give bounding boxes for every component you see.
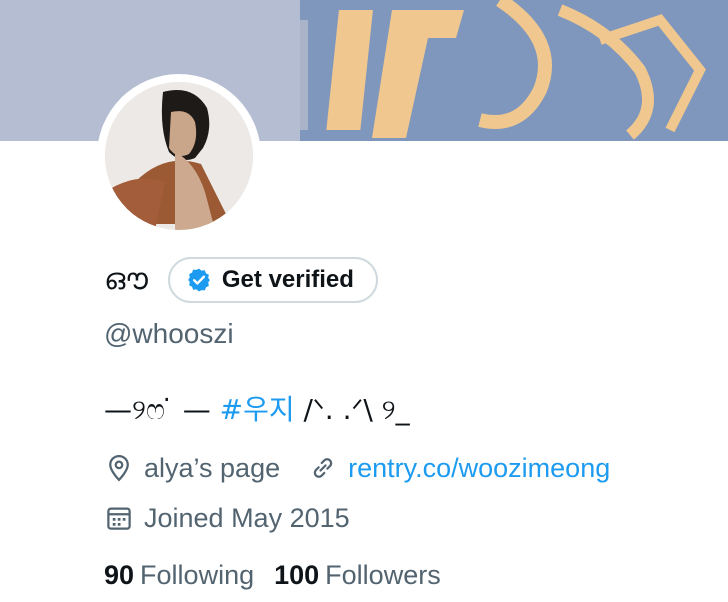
- verified-badge-icon: [186, 267, 212, 293]
- get-verified-button[interactable]: Get verified: [167, 257, 378, 303]
- bio-text-suffix: /ᐠ. .ᐟ\ ୨_: [294, 393, 410, 426]
- followers-stat[interactable]: 100 Followers: [274, 560, 441, 591]
- following-count: 90: [104, 560, 135, 590]
- link-icon: [308, 453, 338, 483]
- followers-label: Followers: [325, 560, 441, 590]
- website-link[interactable]: rentry.co/woozimeong: [348, 453, 610, 484]
- following-stat[interactable]: 90 Following: [104, 560, 254, 591]
- following-label: Following: [140, 560, 255, 590]
- joined-row: Joined May 2015: [104, 500, 350, 536]
- display-name: ഔ: [104, 262, 148, 297]
- profile-stats: 90 Following 100 Followers: [104, 560, 441, 591]
- bio-text-prefix: —୨ෆ ̇ —: [104, 393, 220, 426]
- joined-date: Joined May 2015: [144, 502, 350, 533]
- bio-hashtag-link[interactable]: #우지: [220, 393, 295, 426]
- followers-count: 100: [274, 560, 320, 590]
- get-verified-label: Get verified: [221, 266, 354, 293]
- location-text: alya’s page: [144, 452, 281, 483]
- name-row: ഔ Get verified: [104, 256, 378, 304]
- profile-bio: —୨ෆ ̇ — #우지 /ᐠ. .ᐟ\ ୨_: [104, 388, 410, 428]
- calendar-icon: [104, 503, 134, 533]
- avatar-container[interactable]: [97, 74, 261, 238]
- avatar[interactable]: [105, 82, 253, 230]
- profile-handle: @whooszi: [104, 318, 234, 349]
- profile-meta-row: alya’s page rentry.co/woozimeong: [104, 450, 610, 486]
- location-pin-icon: [104, 453, 134, 483]
